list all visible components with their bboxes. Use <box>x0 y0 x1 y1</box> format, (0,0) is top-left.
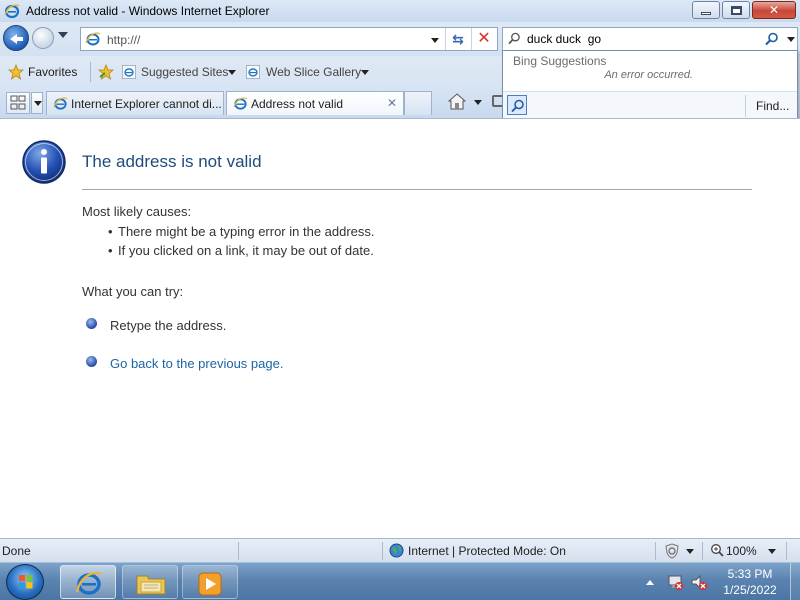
causes-heading: Most likely causes: <box>82 204 192 219</box>
tab-label: Internet Explorer cannot di... <box>71 97 221 111</box>
cause-item: • There might be a typing error in the ad… <box>108 224 375 239</box>
ie-icon <box>4 4 20 19</box>
clock-time[interactable]: 5:33 PM <box>712 567 788 581</box>
page-title: The address is not valid <box>82 152 262 171</box>
divider <box>82 189 752 190</box>
web-slice-gallery-dropdown[interactable] <box>361 70 369 75</box>
compatibility-view-icon[interactable]: ⇆ <box>449 30 467 48</box>
add-favorites-icon[interactable] <box>97 64 115 80</box>
bullet-icon <box>86 318 97 329</box>
suggestions-error-message: An error occurred. <box>604 69 693 81</box>
recent-pages-dropdown[interactable] <box>58 32 68 38</box>
go-back-link[interactable]: Go back to the previous page. <box>110 356 283 371</box>
media-player-icon <box>198 572 222 596</box>
volume-muted-icon[interactable] <box>690 573 708 591</box>
close-icon: ✕ <box>768 3 780 17</box>
start-button[interactable] <box>6 564 44 600</box>
folder-icon <box>136 575 166 595</box>
search-icon[interactable] <box>765 32 779 46</box>
maximize-icon <box>730 5 742 15</box>
cause-text: If you clicked on a link, it may be out … <box>118 243 374 258</box>
address-bar[interactable]: http:/// ⇆ ✕ <box>80 27 498 51</box>
window-title: Address not valid - Windows Internet Exp… <box>26 4 270 18</box>
search-icon <box>508 32 520 45</box>
network-icon[interactable] <box>666 573 684 591</box>
search-provider-button[interactable] <box>507 95 527 115</box>
bullet-icon <box>86 356 97 367</box>
zoom-level[interactable]: 100% <box>726 544 757 558</box>
zoom-icon[interactable] <box>710 543 724 557</box>
status-text: Done <box>2 544 31 558</box>
page-content: The address is not valid Most likely cau… <box>0 118 800 538</box>
info-icon <box>22 140 66 184</box>
find-on-page-button[interactable]: Find... <box>756 99 789 113</box>
tab-internet-explorer-cannot-display[interactable]: Internet Explorer cannot di... <box>46 91 224 115</box>
ie-icon <box>246 65 260 79</box>
ie-icon <box>75 571 102 595</box>
quick-tabs-button[interactable] <box>6 92 30 114</box>
search-icon <box>511 99 524 113</box>
taskbar-windows-explorer[interactable] <box>122 565 178 599</box>
taskbar-internet-explorer[interactable] <box>60 565 116 599</box>
cause-item: • If you clicked on a link, it may be out… <box>108 243 374 258</box>
favorites-star-icon <box>8 64 24 80</box>
search-options-dropdown[interactable] <box>787 37 795 42</box>
quick-tabs-icon <box>10 95 26 110</box>
new-tab-button[interactable] <box>404 91 432 115</box>
ie-icon <box>233 97 248 110</box>
address-input[interactable]: http:/// <box>107 33 140 47</box>
status-bar: Done Internet | Protected Mode: On 100% <box>0 538 800 562</box>
back-button[interactable] <box>3 25 29 51</box>
tab-label: Address not valid <box>251 97 344 111</box>
taskbar: 5:33 PM 1/25/2022 <box>0 562 800 600</box>
search-providers-row: Find... <box>503 91 797 119</box>
forward-button[interactable] <box>32 27 54 49</box>
title-bar: Address not valid - Windows Internet Exp… <box>0 0 800 22</box>
web-slice-gallery-link[interactable]: Web Slice Gallery <box>266 65 361 79</box>
minimize-icon <box>701 11 711 15</box>
taskbar-media-player[interactable] <box>182 565 238 599</box>
search-input[interactable] <box>527 31 747 47</box>
stop-icon[interactable]: ✕ <box>475 30 493 48</box>
retype-address-text: Retype the address. <box>110 318 227 333</box>
show-desktop-button[interactable] <box>790 563 800 600</box>
maximize-button[interactable] <box>722 1 750 19</box>
ie-icon <box>85 32 101 46</box>
tab-address-not-valid[interactable]: Address not valid ✕ <box>226 91 404 115</box>
protected-mode-dropdown[interactable] <box>686 549 694 554</box>
minimize-button[interactable] <box>692 1 720 19</box>
close-tab-icon[interactable]: ✕ <box>387 96 397 110</box>
globe-icon <box>389 543 404 558</box>
close-window-button[interactable]: ✕ <box>752 1 796 19</box>
suggestions-provider-label: Bing Suggestions <box>513 54 607 68</box>
home-icon[interactable] <box>448 93 466 110</box>
show-hidden-icons-button[interactable] <box>646 580 654 585</box>
shield-icon[interactable] <box>664 543 680 559</box>
cause-text: There might be a typing error in the add… <box>118 224 375 239</box>
clock-date[interactable]: 1/25/2022 <box>712 583 788 597</box>
ie-icon <box>122 65 136 79</box>
address-dropdown[interactable] <box>431 38 439 43</box>
windows-flag-icon <box>19 575 33 589</box>
home-dropdown[interactable] <box>474 100 482 105</box>
favorites-button[interactable]: Favorites <box>28 65 77 79</box>
search-suggestions-dropdown: Bing Suggestions An error occurred. Find… <box>502 50 798 120</box>
try-heading: What you can try: <box>82 284 184 299</box>
suggested-sites-dropdown[interactable] <box>228 70 236 75</box>
search-box[interactable] <box>502 27 798 51</box>
zoom-dropdown[interactable] <box>768 549 776 554</box>
suggested-sites-link[interactable]: Suggested Sites <box>141 65 228 79</box>
security-zone[interactable]: Internet | Protected Mode: On <box>408 544 566 558</box>
tab-list-dropdown[interactable] <box>31 92 43 114</box>
ie-icon <box>53 97 68 110</box>
